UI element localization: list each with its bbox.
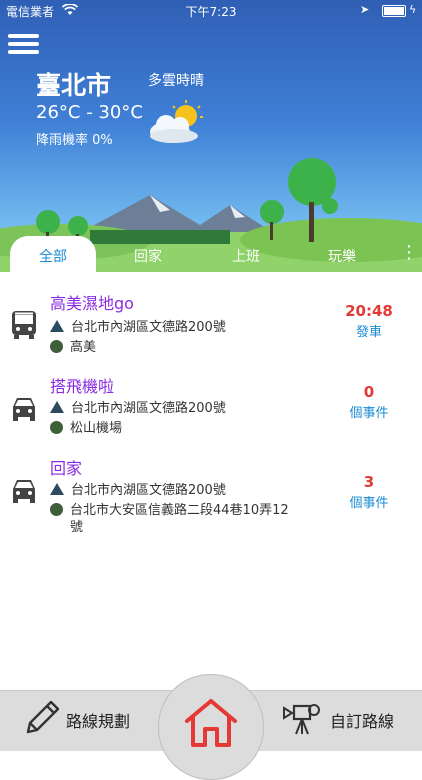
rain-probability: 降雨機率 0% <box>36 133 113 148</box>
tab-work[interactable]: 上班 <box>232 246 260 266</box>
location-arrow-icon: ➤ <box>360 3 370 16</box>
tab-home[interactable]: 回家 <box>134 246 162 266</box>
event-count: 3 <box>363 473 375 491</box>
destination-address: 高美 <box>70 340 97 355</box>
route-origin: 台北市內湖區文德路200號 <box>50 316 226 335</box>
tab-all[interactable]: 全部 <box>10 236 96 272</box>
event-label: 個事件 <box>349 496 389 511</box>
route-status: 0 個事件 <box>330 383 408 421</box>
departure-time: 20:48 <box>345 302 393 320</box>
event-label: 個事件 <box>349 406 389 421</box>
route-destination: 台北市大安區信義路二段44巷10弄12 <box>50 499 289 518</box>
route-title: 搭飛機啦 <box>50 377 115 396</box>
temperature-range: 26°C - 30°C <box>36 102 143 123</box>
route-item-3[interactable]: 回家 台北市內湖區文德路200號 台北市大安區信義路二段44巷10弄12 號 3… <box>0 455 422 545</box>
origin-marker-icon <box>50 320 64 332</box>
category-tabs: 全部 回家 上班 玩樂 ⋮ <box>0 236 422 272</box>
home-button[interactable] <box>158 674 264 780</box>
destination-address: 台北市大安區信義路二段44巷10弄12 <box>70 503 289 518</box>
tab-label: 全部 <box>39 249 67 265</box>
car-icon <box>13 480 35 503</box>
weather-condition: 多雲時晴 <box>148 73 204 89</box>
origin-address: 台北市內湖區文德路200號 <box>71 401 226 416</box>
more-options-icon[interactable]: ⋮ <box>400 242 418 263</box>
hamburger-menu-icon[interactable] <box>8 32 40 56</box>
route-status: 20:48 發車 <box>330 302 408 340</box>
route-item-1[interactable]: 高美濕地go 台北市內湖區文德路200號 高美 20:48 發車 <box>0 290 422 370</box>
tab-fun[interactable]: 玩樂 <box>328 246 356 266</box>
charging-icon: ϟ <box>409 3 417 16</box>
car-icon <box>13 398 35 421</box>
city-name: 臺北市 <box>36 71 112 100</box>
destination-marker-icon <box>50 421 63 434</box>
origin-marker-icon <box>50 401 64 413</box>
origin-marker-icon <box>50 483 64 495</box>
bus-icon <box>12 311 36 339</box>
event-count: 0 <box>363 383 375 401</box>
route-title: 高美濕地go <box>50 294 134 313</box>
clock: 下午7:23 <box>185 5 237 19</box>
battery-icon <box>382 5 406 17</box>
pencil-icon <box>26 700 60 734</box>
destination-address: 松山機場 <box>70 421 123 436</box>
destination-marker-icon <box>50 503 63 516</box>
destination-marker-icon <box>50 340 63 353</box>
camera-icon <box>283 704 320 735</box>
custom-route-label: 自訂路線 <box>330 712 395 731</box>
route-item-2[interactable]: 搭飛機啦 台北市內湖區文德路200號 松山機場 0 個事件 <box>0 373 422 453</box>
route-status: 3 個事件 <box>330 473 408 511</box>
origin-address: 台北市內湖區文德路200號 <box>71 320 226 335</box>
route-origin: 台北市內湖區文德路200號 <box>50 397 226 416</box>
status-bar: 電信業者 下午7:23 ➤ ϟ <box>0 0 422 20</box>
partly-cloudy-icon <box>150 100 203 143</box>
weather-header: 電信業者 下午7:23 ➤ ϟ 臺北市 多雲時晴 26°C - 30°C 降雨機… <box>0 0 422 272</box>
home-icon <box>185 699 237 747</box>
route-title: 回家 <box>50 459 83 478</box>
route-destination: 松山機場 <box>50 417 122 436</box>
destination-address-line2: 號 <box>70 520 84 535</box>
route-destination: 高美 <box>50 336 96 355</box>
departure-label: 發車 <box>355 325 382 340</box>
origin-address: 台北市內湖區文德路200號 <box>71 483 226 498</box>
route-origin: 台北市內湖區文德路200號 <box>50 479 226 498</box>
route-planning-label: 路線規劃 <box>66 712 131 731</box>
